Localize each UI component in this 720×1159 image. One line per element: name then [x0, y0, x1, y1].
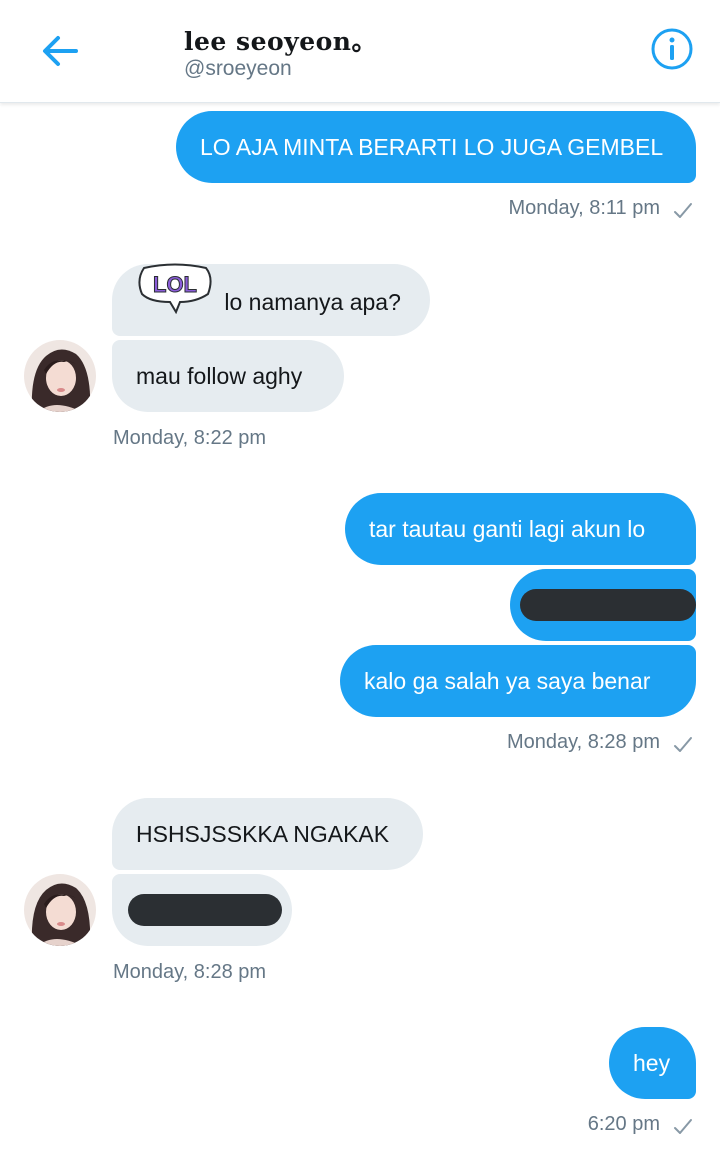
message-text: mau follow aghy — [136, 363, 303, 389]
message-timestamp: Monday, 8:22 pm — [113, 427, 267, 449]
info-button[interactable] — [648, 25, 696, 73]
message-text: lo namanya apa? — [224, 289, 401, 316]
checkmark-icon — [674, 1119, 692, 1134]
message-timestamp: Monday, 8:28 pm — [113, 961, 267, 983]
redacted-content — [520, 589, 696, 621]
message-text: HSHSJSSKKA NGAKAK — [136, 821, 390, 847]
message-bubble-outgoing[interactable]: hey — [609, 1027, 696, 1099]
message-bubble-outgoing[interactable]: LO AJA MINTA BERARTI LO JUGA GEMBEL — [176, 111, 696, 183]
message-bubble-incoming[interactable] — [112, 874, 292, 946]
redacted-content — [128, 894, 282, 926]
conversation-handle: @sroeyeon — [184, 57, 292, 80]
lol-sticker-icon: LOL — [136, 262, 214, 342]
back-button[interactable] — [36, 27, 84, 75]
avatar[interactable] — [24, 340, 96, 412]
checkmark-icon — [674, 737, 692, 752]
message-text: tar tautau ganti lagi akun lo — [369, 516, 646, 542]
message-bubble-outgoing[interactable]: kalo ga salah ya saya benar — [340, 645, 696, 717]
arrow-left-icon — [43, 36, 78, 66]
message-bubble-outgoing[interactable] — [510, 569, 696, 641]
message-text: hey — [633, 1050, 671, 1076]
message-text: LO AJA MINTA BERARTI LO JUGA GEMBEL — [200, 134, 664, 160]
conversation-title: lee seoyeon。 — [184, 27, 377, 56]
message-timestamp: Monday, 8:28 pm — [506, 731, 660, 753]
message-bubble-incoming[interactable]: LOL lo namanya apa? — [112, 263, 430, 336]
info-circle-icon — [651, 28, 693, 70]
message-bubble-outgoing[interactable]: tar tautau ganti lagi akun lo — [345, 493, 696, 565]
message-bubble-incoming[interactable]: mau follow aghy — [112, 340, 344, 412]
message-timestamp: Monday, 8:11 pm — [508, 197, 660, 219]
checkmark-icon — [674, 203, 692, 218]
message-timestamp: 6:20 pm — [587, 1113, 660, 1135]
sticker-text: LOL — [153, 272, 197, 297]
avatar[interactable] — [24, 874, 96, 946]
message-text: kalo ga salah ya saya benar — [364, 668, 651, 694]
message-bubble-incoming[interactable]: HSHSJSSKKA NGAKAK — [112, 798, 423, 870]
conversation-header: lee seoyeon。 @sroeyeon — [0, 0, 720, 103]
